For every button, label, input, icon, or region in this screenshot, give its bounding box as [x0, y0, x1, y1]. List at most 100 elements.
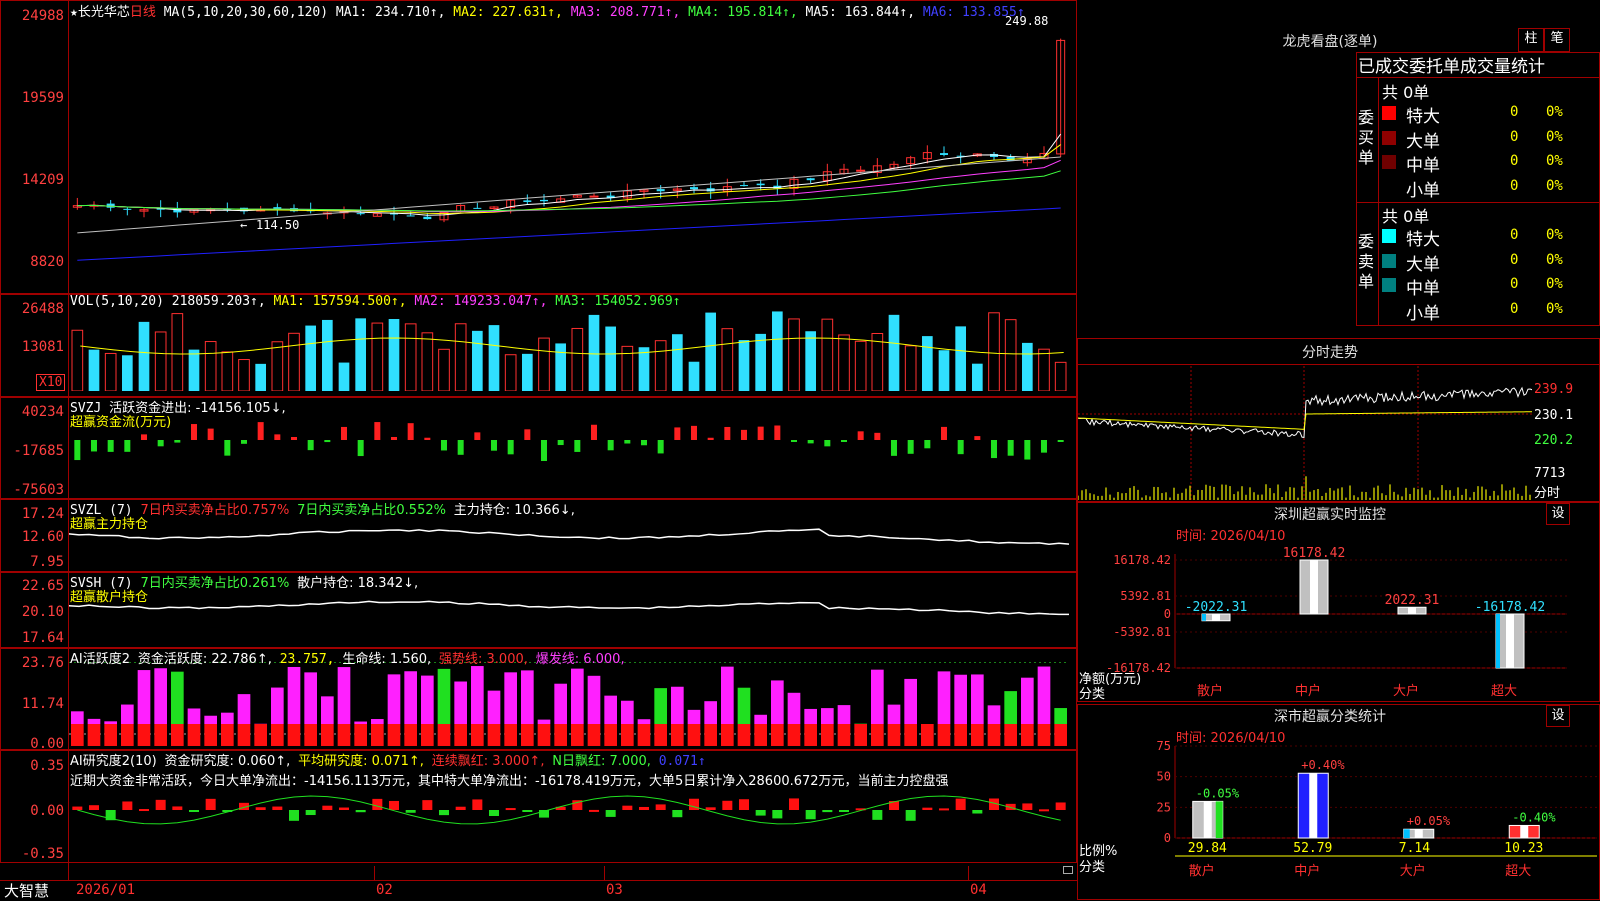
sell-row-name: 中单 — [1406, 274, 1440, 299]
holding-line — [69, 529, 1069, 544]
candle-up — [590, 196, 598, 197]
vol-header: VOL(5,10,20) 218059.203↑, MA1: 157594.50… — [70, 294, 681, 309]
candle-down — [940, 153, 948, 155]
research-bar-up — [472, 799, 482, 810]
svzj-chart[interactable] — [69, 410, 1076, 495]
fenshi-chart[interactable] — [1078, 366, 1532, 500]
sell-row-name: 大单 — [1406, 250, 1440, 275]
ai1-t4: 强势线: 3.000, — [439, 652, 528, 667]
classify-settings-button[interactable]: 设 — [1546, 705, 1570, 727]
research-bar-up — [322, 806, 332, 810]
ma-label: MA(5,10,20,30,60,120) — [164, 5, 328, 20]
flow-bar-in — [674, 427, 680, 440]
research-bar-up — [1022, 803, 1032, 810]
activity-bar — [588, 676, 601, 724]
activity-base-bar — [1021, 724, 1034, 746]
ai2-t3: 连续飘红: 3.000↑, — [432, 754, 545, 769]
buy-row-name: 中单 — [1406, 151, 1440, 176]
activity-base-bar — [171, 724, 184, 746]
research-bar-down — [972, 810, 982, 814]
buy-side-label: 委买单 — [1358, 108, 1374, 168]
research-bar-up — [789, 798, 799, 810]
volume-bar-up — [405, 324, 416, 391]
activity-bar — [188, 708, 201, 724]
flow-bar-in — [724, 427, 730, 440]
candle-up — [857, 170, 865, 171]
volume-bar-down — [305, 326, 316, 391]
activity-bar — [871, 670, 884, 724]
ai1-t1: 资金活跃度: 22.786↑, — [138, 652, 272, 667]
favorite-star-icon[interactable]: ★ — [70, 5, 78, 20]
sell-row-count: 0 — [1510, 301, 1518, 317]
flow-bar-out — [658, 440, 664, 453]
classify-category-label: 超大 — [1505, 864, 1531, 879]
volume-chart[interactable] — [69, 306, 1076, 391]
svzl-chart[interactable] — [69, 512, 1076, 567]
classify-category-label: 散户 — [1189, 863, 1215, 879]
classify-bar-edge — [1404, 829, 1410, 838]
volume-bar-up — [839, 335, 850, 391]
ai2-label: AI研究度2(10) — [70, 754, 157, 769]
monitor-chart[interactable]: 16178.425392.810-5392.81-16178.42-2022.3… — [1077, 540, 1600, 702]
ma4-value: MA4: 195.814↑, — [688, 5, 798, 20]
classify-axis-label: 50 — [1157, 770, 1171, 784]
ma-line — [77, 145, 1060, 214]
classify-axis-label: 0 — [1164, 831, 1171, 845]
longhu-divider — [1378, 77, 1379, 326]
flow-bar-out — [624, 440, 630, 444]
svsh-chart[interactable] — [69, 585, 1076, 643]
ai-research-chart[interactable] — [69, 790, 1076, 860]
monitor-settings-button[interactable]: 设 — [1546, 503, 1570, 525]
svsh-sub: 超赢散户持仓 — [70, 586, 148, 605]
activity-base-bar — [371, 724, 384, 746]
flow-bar-out — [1041, 440, 1047, 453]
monitor-bar-highlight — [1310, 560, 1318, 614]
fenshi-vol-label: 7713 — [1534, 466, 1565, 481]
classify-value-label: 7.14 — [1399, 841, 1430, 856]
bar-mode-button[interactable]: 柱 — [1518, 28, 1544, 52]
activity-bar — [938, 671, 951, 724]
volume-bar-down — [322, 320, 333, 391]
stock-name[interactable]: 长光华芯 — [78, 5, 130, 20]
research-bar-up — [339, 808, 349, 810]
flow-bar-in — [141, 434, 147, 440]
research-bar-down — [489, 810, 499, 816]
brand-logo[interactable]: 大智慧 — [4, 880, 49, 901]
period-label[interactable]: 日线 — [130, 5, 156, 20]
flow-bar-in — [691, 426, 697, 440]
flow-bar-in — [858, 431, 864, 440]
flow-bar-out — [324, 440, 330, 442]
ai-activity-chart[interactable] — [69, 662, 1076, 746]
activity-base-bar — [988, 724, 1001, 746]
activity-bar — [671, 687, 684, 724]
monitor-bar-highlight — [1506, 614, 1514, 668]
fenshi-title: 分时走势 — [1230, 342, 1430, 362]
flow-bar-in — [708, 438, 714, 440]
activity-base-bar — [121, 724, 134, 746]
activity-bar — [721, 667, 734, 724]
ai1-axis-label: 0.00 — [0, 736, 64, 752]
volume-bar-down — [639, 347, 650, 391]
kline-chart[interactable] — [69, 16, 1076, 276]
classify-chart[interactable]: 7550250-0.05%29.84散户+0.40%52.79中户+0.05%7… — [1077, 740, 1600, 900]
tick-mode-button[interactable]: 笔 — [1544, 28, 1570, 52]
sell-row-pct: 0% — [1546, 252, 1563, 268]
lock-icon[interactable] — [1063, 866, 1073, 874]
research-bar-up — [656, 804, 666, 810]
svzl-axis-label: 17.24 — [0, 506, 64, 522]
activity-base-bar — [804, 724, 817, 746]
activity-base-bar — [404, 724, 417, 746]
flow-bar-out — [891, 440, 897, 456]
vol-value: 218059.203↑, — [172, 294, 266, 309]
fenshi-axis-label: 239.9 — [1534, 382, 1573, 397]
activity-bar — [88, 719, 101, 724]
price-axis-label: 24988 — [0, 8, 64, 24]
classify-axis-label: 75 — [1157, 740, 1171, 753]
flow-bar-out — [908, 440, 914, 454]
activity-base-bar — [971, 724, 984, 746]
flow-bar-out — [108, 440, 114, 452]
ai2-t4: N日飘红: 7.000, — [552, 754, 651, 769]
volume-bar-up — [505, 355, 516, 391]
buy-row-name: 特大 — [1406, 102, 1440, 127]
buy-row-pct: 0% — [1546, 178, 1563, 194]
